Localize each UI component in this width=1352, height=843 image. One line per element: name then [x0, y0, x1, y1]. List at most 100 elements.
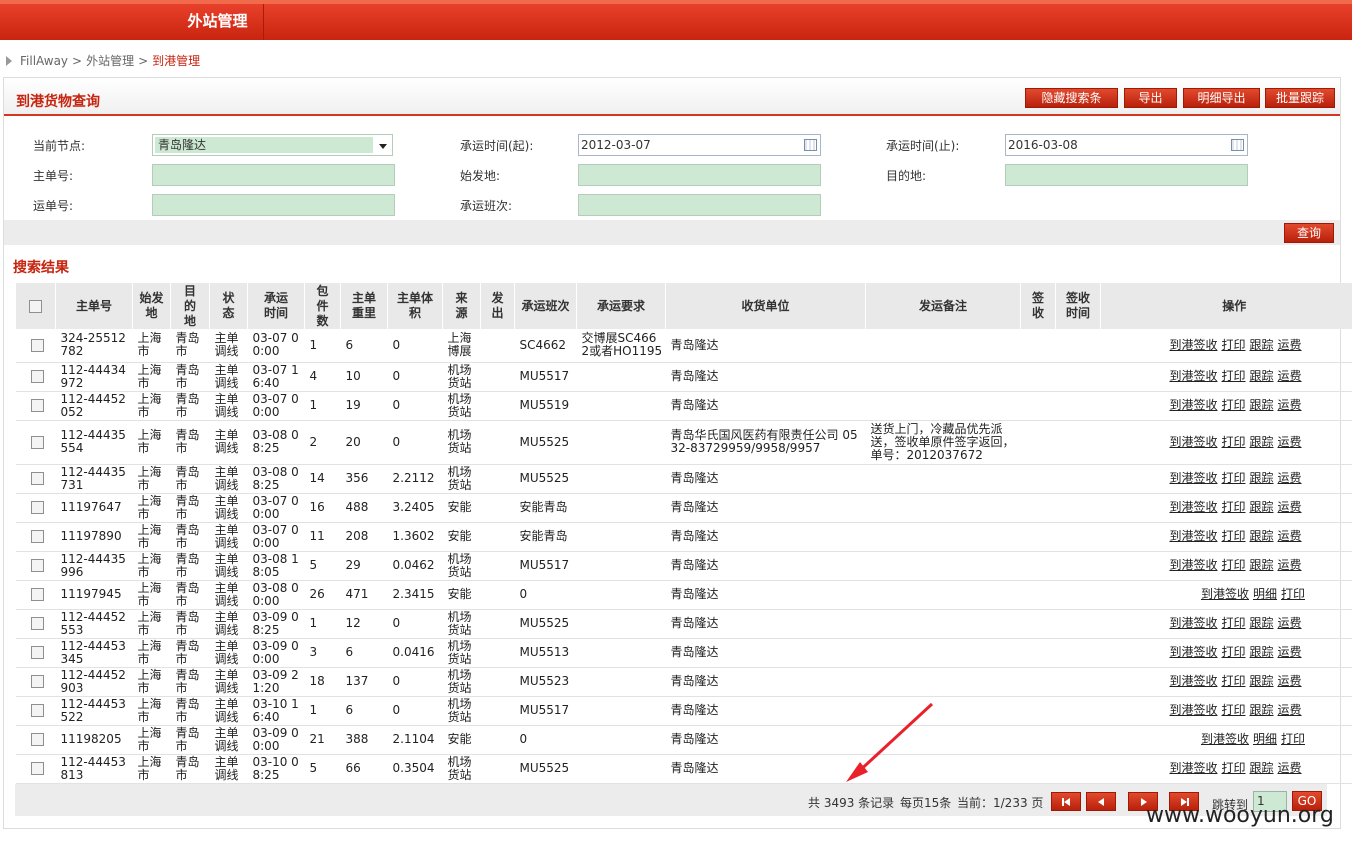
breadcrumb-arrow-icon: [6, 56, 12, 66]
waybill-no-input[interactable]: [152, 194, 395, 216]
query-button[interactable]: 查询: [1284, 223, 1334, 243]
row-checkbox[interactable]: [30, 733, 44, 746]
row-action-link[interactable]: 运费: [1278, 500, 1302, 514]
row-action-link[interactable]: 打印: [1221, 703, 1245, 717]
row-action-link[interactable]: 到港签收: [1169, 674, 1217, 688]
ship-time-start-input[interactable]: 2012-03-07: [578, 134, 821, 156]
row-action-link[interactable]: 打印: [1221, 398, 1245, 412]
row-action-link[interactable]: 运费: [1278, 471, 1302, 485]
row-action-link[interactable]: 跟踪: [1250, 500, 1274, 514]
calendar-icon[interactable]: [804, 139, 817, 151]
row-checkbox[interactable]: [30, 646, 44, 659]
row-action-link[interactable]: 运费: [1278, 529, 1302, 543]
row-checkbox[interactable]: [30, 435, 44, 449]
row-action-link[interactable]: 打印: [1221, 435, 1245, 449]
row-action-link[interactable]: 明细: [1253, 587, 1277, 601]
master-no-input[interactable]: [152, 164, 395, 186]
nav-tab-outstation[interactable]: 外站管理: [172, 4, 264, 40]
row-action-link[interactable]: 跟踪: [1250, 398, 1274, 412]
row-checkbox[interactable]: [30, 530, 44, 543]
row-action-link[interactable]: 到港签收: [1169, 471, 1217, 485]
row-action-link[interactable]: 到港签收: [1169, 616, 1217, 630]
row-checkbox[interactable]: [30, 501, 44, 514]
calendar-icon[interactable]: [1231, 139, 1244, 151]
export-button[interactable]: 导出: [1124, 88, 1177, 108]
row-checkbox[interactable]: [30, 704, 44, 717]
select-all-checkbox[interactable]: [29, 299, 42, 313]
row-checkbox[interactable]: [30, 588, 44, 601]
row-action-link[interactable]: 到港签收: [1169, 435, 1217, 449]
row-action-link[interactable]: 打印: [1221, 645, 1245, 659]
row-action-link[interactable]: 跟踪: [1250, 616, 1274, 630]
row-action-link[interactable]: 明细: [1253, 732, 1277, 746]
row-checkbox[interactable]: [30, 559, 44, 572]
row-action-link[interactable]: 跟踪: [1250, 761, 1274, 775]
row-checkbox[interactable]: [30, 762, 44, 775]
row-action-link[interactable]: 运费: [1278, 338, 1302, 352]
cell-to: 青岛市: [170, 362, 210, 392]
flight-input[interactable]: [578, 194, 821, 216]
first-page-button[interactable]: [1051, 792, 1081, 811]
row-action-link[interactable]: 打印: [1221, 338, 1245, 352]
row-action-link[interactable]: 到港签收: [1169, 761, 1217, 775]
row-action-link[interactable]: 运费: [1278, 558, 1302, 572]
row-action-link[interactable]: 打印: [1221, 500, 1245, 514]
hide-search-button[interactable]: 隐藏搜索条: [1025, 88, 1118, 108]
row-action-link[interactable]: 跟踪: [1250, 369, 1274, 383]
row-action-link[interactable]: 运费: [1278, 398, 1302, 412]
row-action-link[interactable]: 运费: [1278, 435, 1302, 449]
table-header-row: 主单号 始发地 目的地 状态 承运时间 包件数 主单重里 主单体积 来源 发出 …: [15, 283, 1352, 329]
origin-input[interactable]: [578, 164, 821, 186]
row-checkbox[interactable]: [30, 675, 44, 688]
row-action-link[interactable]: 跟踪: [1250, 558, 1274, 572]
row-action-link[interactable]: 运费: [1278, 616, 1302, 630]
cell-flight: MU5525: [514, 464, 577, 494]
row-checkbox[interactable]: [30, 370, 44, 383]
row-action-link[interactable]: 打印: [1281, 732, 1305, 746]
breadcrumb-item-fillaway[interactable]: FillAway: [20, 54, 68, 68]
row-action-link[interactable]: 到港签收: [1169, 369, 1217, 383]
row-action-link[interactable]: 跟踪: [1250, 645, 1274, 659]
row-action-link[interactable]: 运费: [1278, 703, 1302, 717]
select-all-header[interactable]: [15, 283, 56, 329]
row-action-link[interactable]: 到港签收: [1169, 703, 1217, 717]
row-action-link[interactable]: 运费: [1278, 761, 1302, 775]
row-action-link[interactable]: 打印: [1221, 558, 1245, 572]
row-action-link[interactable]: 跟踪: [1250, 703, 1274, 717]
row-action-link[interactable]: 跟踪: [1250, 471, 1274, 485]
row-action-link[interactable]: 打印: [1221, 529, 1245, 543]
row-action-link[interactable]: 到港签收: [1169, 529, 1217, 543]
row-action-link[interactable]: 打印: [1221, 369, 1245, 383]
destination-input[interactable]: [1005, 164, 1248, 186]
row-checkbox[interactable]: [30, 472, 44, 485]
row-action-link[interactable]: 到港签收: [1169, 558, 1217, 572]
ship-time-end-input[interactable]: 2016-03-08: [1005, 134, 1248, 156]
row-action-link[interactable]: 跟踪: [1250, 435, 1274, 449]
row-checkbox[interactable]: [30, 399, 44, 412]
row-action-link[interactable]: 运费: [1278, 674, 1302, 688]
row-checkbox[interactable]: [30, 617, 44, 630]
row-action-link[interactable]: 跟踪: [1250, 338, 1274, 352]
row-action-link[interactable]: 运费: [1278, 369, 1302, 383]
row-action-link[interactable]: 到港签收: [1201, 732, 1249, 746]
cell-status: 主单调线: [209, 522, 248, 552]
row-action-link[interactable]: 打印: [1221, 471, 1245, 485]
current-node-select[interactable]: 青岛隆达: [152, 134, 393, 156]
row-action-link[interactable]: 打印: [1221, 761, 1245, 775]
row-action-link[interactable]: 打印: [1221, 674, 1245, 688]
prev-page-button[interactable]: [1086, 792, 1116, 811]
row-action-link[interactable]: 到港签收: [1169, 645, 1217, 659]
detail-export-button[interactable]: 明细导出: [1183, 88, 1260, 108]
row-action-link[interactable]: 跟踪: [1250, 529, 1274, 543]
row-checkbox[interactable]: [30, 338, 44, 352]
row-action-link[interactable]: 打印: [1221, 616, 1245, 630]
row-action-link[interactable]: 到港签收: [1169, 500, 1217, 514]
row-action-link[interactable]: 打印: [1281, 587, 1305, 601]
row-action-link[interactable]: 跟踪: [1250, 674, 1274, 688]
breadcrumb-item-outstation[interactable]: 外站管理: [86, 54, 134, 68]
batch-track-button[interactable]: 批量跟踪: [1265, 88, 1335, 108]
row-action-link[interactable]: 到港签收: [1169, 398, 1217, 412]
row-action-link[interactable]: 运费: [1278, 645, 1302, 659]
row-action-link[interactable]: 到港签收: [1169, 338, 1217, 352]
row-action-link[interactable]: 到港签收: [1201, 587, 1249, 601]
